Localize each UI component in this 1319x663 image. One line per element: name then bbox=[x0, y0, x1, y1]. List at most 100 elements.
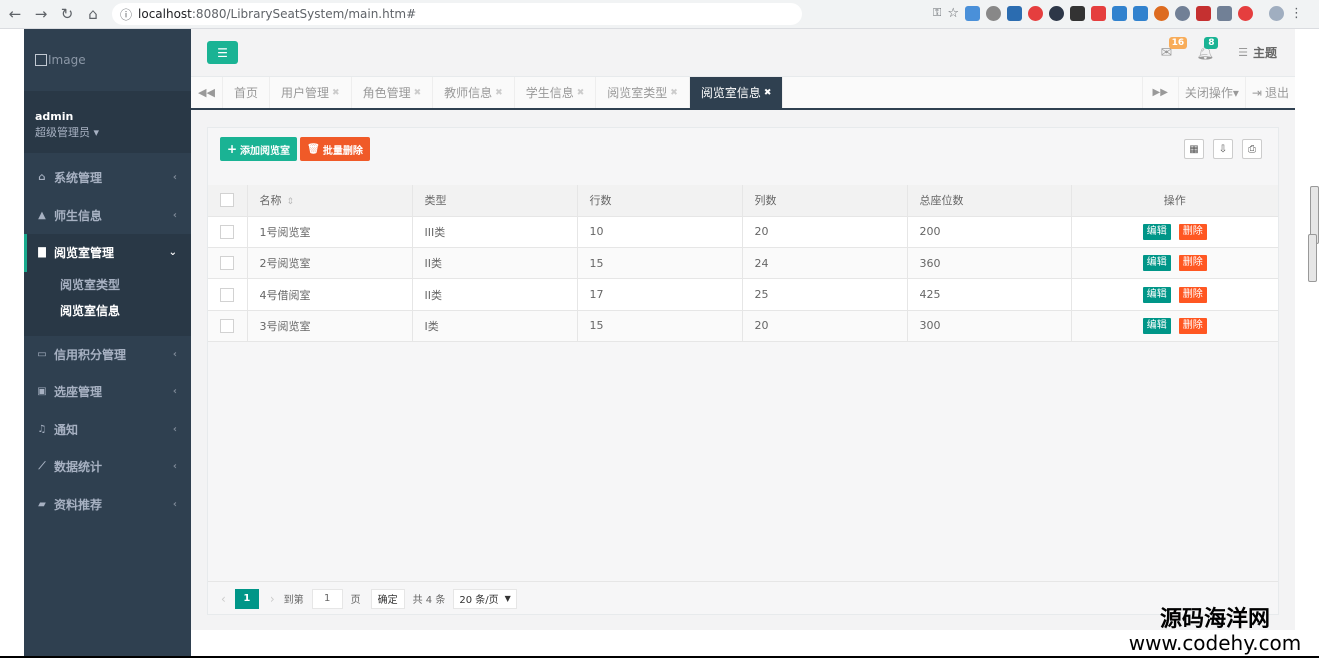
extension-icon[interactable] bbox=[1133, 6, 1148, 21]
add-room-label: 添加阅览室 bbox=[240, 145, 291, 157]
bell-count-badge: 8 bbox=[1204, 36, 1219, 49]
goto-confirm-button[interactable]: 确定 bbox=[370, 588, 405, 609]
tab-label: 教师信息 bbox=[444, 86, 493, 100]
bell-notification[interactable]: 🔔︎ 8 bbox=[1196, 36, 1219, 61]
edit-button[interactable]: 编辑 bbox=[1142, 317, 1171, 334]
sidebar-item-reading-room[interactable]: ▇ 阅览室管理 ⌄ bbox=[24, 234, 191, 272]
side-scroll-widget[interactable] bbox=[1308, 234, 1317, 282]
cell-actions: 编辑 删除 bbox=[1071, 247, 1278, 280]
reload-icon[interactable]: ↻ bbox=[56, 5, 78, 23]
user-role-dropdown[interactable]: 超级管理员 ▾ bbox=[35, 124, 191, 140]
sidebar-subitem-room-type[interactable]: 阅览室类型 bbox=[60, 272, 191, 298]
sidebar-item-notice[interactable]: ♫ 通知 ‹ bbox=[24, 411, 191, 449]
sidebar-item-system[interactable]: ⌂ 系统管理 ‹ bbox=[24, 159, 191, 197]
extension-icon[interactable] bbox=[1154, 6, 1169, 21]
close-icon[interactable]: ✖ bbox=[764, 88, 772, 98]
row-checkbox[interactable] bbox=[220, 224, 234, 239]
columns-filter-icon[interactable]: ▦ bbox=[1184, 139, 1204, 159]
theme-button[interactable]: ☰ 主题 bbox=[1238, 44, 1277, 61]
extension-icon[interactable] bbox=[1238, 6, 1253, 21]
forward-icon[interactable]: → bbox=[30, 5, 52, 23]
tab-teacher-info[interactable]: 教师信息 ✖ bbox=[433, 77, 515, 108]
close-icon[interactable]: ✖ bbox=[495, 88, 503, 98]
edit-button[interactable]: 编辑 bbox=[1142, 255, 1171, 272]
sidebar-subitem-room-info[interactable]: 阅览室信息 bbox=[60, 298, 191, 324]
extension-icon[interactable] bbox=[1007, 6, 1022, 21]
tab-room-info[interactable]: 阅览室信息 ✖ bbox=[689, 77, 784, 108]
table-row: 4号借阅室 II类 17 25 425 编辑 删除 bbox=[208, 278, 1278, 311]
close-icon[interactable]: ✖ bbox=[332, 88, 340, 98]
page-size-select[interactable]: 20 条/页 ▼ bbox=[453, 588, 517, 609]
home-icon[interactable]: ⌂ bbox=[82, 5, 104, 23]
tab-room-type[interactable]: 阅览室类型 ✖ bbox=[596, 77, 690, 108]
address-bar[interactable]: ⓘ localhost:8080/LibrarySeatSystem/main.… bbox=[112, 3, 802, 25]
tab-user-management[interactable]: 用户管理 ✖ bbox=[270, 77, 352, 108]
export-icon[interactable]: ⇩ bbox=[1213, 139, 1233, 159]
extension-icon[interactable] bbox=[1028, 6, 1043, 21]
sidebar-item-statistics[interactable]: ⟋ 数据统计 ‹ bbox=[24, 448, 191, 486]
page-number-current[interactable]: 1 bbox=[234, 588, 259, 609]
cell-actions: 编辑 删除 bbox=[1071, 216, 1278, 249]
print-icon[interactable]: ⎙ bbox=[1242, 139, 1262, 159]
chevron-left-icon: ‹ bbox=[172, 461, 177, 473]
delete-button[interactable]: 删除 bbox=[1178, 223, 1207, 240]
sidebar-item-credit[interactable]: ▭ 信用积分管理 ‹ bbox=[24, 336, 191, 374]
backward-icon: ◀◀ bbox=[198, 86, 215, 99]
extension-icon[interactable] bbox=[1217, 6, 1232, 21]
sidebar-item-resources[interactable]: ▰ 资料推荐 ‹ bbox=[24, 486, 191, 524]
select-all-checkbox[interactable] bbox=[220, 193, 234, 208]
extension-icon[interactable] bbox=[986, 6, 1001, 21]
row-select-cell bbox=[208, 247, 248, 280]
edit-button[interactable]: 编辑 bbox=[1142, 286, 1171, 303]
extension-icon[interactable] bbox=[1175, 6, 1190, 21]
goto-suffix: 页 bbox=[350, 595, 361, 606]
cell-cols: 20 bbox=[742, 216, 908, 249]
extension-icon[interactable] bbox=[965, 6, 980, 21]
chevron-left-icon: ‹ bbox=[172, 423, 177, 435]
edit-button[interactable]: 编辑 bbox=[1142, 223, 1171, 240]
menu-dots-icon[interactable]: ⋮ bbox=[1290, 6, 1303, 21]
extension-icon[interactable] bbox=[1070, 6, 1085, 21]
prev-page-icon[interactable]: ‹ bbox=[221, 592, 226, 606]
sidebar-item-teacher-student[interactable]: ▲ 师生信息 ‹ bbox=[24, 197, 191, 235]
profile-avatar-icon[interactable] bbox=[1269, 6, 1284, 21]
row-checkbox[interactable] bbox=[220, 287, 234, 302]
batch-delete-button[interactable]: 🗑︎ 批量删除 bbox=[300, 137, 370, 161]
add-room-button[interactable]: + 添加阅览室 bbox=[220, 137, 297, 161]
mail-notification[interactable]: ✉ 16 bbox=[1161, 36, 1188, 61]
tabs-scroll-left-button[interactable]: ◀◀ bbox=[191, 77, 223, 108]
tabs-scroll-right-button[interactable]: ▶▶ bbox=[1141, 77, 1178, 108]
close-icon[interactable]: ✖ bbox=[577, 88, 585, 98]
tab-student-info[interactable]: 学生信息 ✖ bbox=[515, 77, 597, 108]
watermark: 源码海洋网 www.codehy.com bbox=[1111, 608, 1319, 655]
sidebar-item-seat-selection[interactable]: ▣ 选座管理 ‹ bbox=[24, 373, 191, 411]
star-icon[interactable]: ☆ bbox=[947, 6, 959, 21]
delete-button[interactable]: 删除 bbox=[1178, 286, 1207, 303]
caret-down-icon: ▼ bbox=[504, 594, 511, 603]
extension-icon[interactable] bbox=[1091, 6, 1106, 21]
user-profile[interactable]: admin 超级管理员 ▾ bbox=[24, 91, 191, 153]
close-icon[interactable]: ✖ bbox=[414, 88, 422, 98]
extension-icon[interactable] bbox=[1196, 6, 1211, 21]
row-checkbox[interactable] bbox=[220, 256, 234, 271]
goto-page-input[interactable]: 1 bbox=[311, 588, 343, 609]
sort-icon[interactable]: ⇕ bbox=[287, 197, 295, 207]
tab-role-management[interactable]: 角色管理 ✖ bbox=[352, 77, 434, 108]
delete-button[interactable]: 删除 bbox=[1178, 317, 1207, 334]
column-header-name[interactable]: 名称 ⇕ bbox=[247, 185, 413, 217]
next-page-icon[interactable]: › bbox=[270, 592, 275, 606]
extension-icon[interactable] bbox=[1049, 6, 1064, 21]
mail-count-badge: 16 bbox=[1168, 36, 1188, 49]
sidebar-toggle-button[interactable]: ☰ bbox=[207, 41, 238, 64]
cell-rows: 10 bbox=[577, 216, 743, 249]
close-operations-dropdown[interactable]: 关闭操作▾ bbox=[1177, 77, 1245, 108]
close-icon[interactable]: ✖ bbox=[670, 88, 678, 98]
row-checkbox[interactable] bbox=[220, 318, 234, 333]
back-icon[interactable]: ← bbox=[4, 5, 26, 23]
delete-button[interactable]: 删除 bbox=[1178, 255, 1207, 272]
extension-icon[interactable] bbox=[1112, 6, 1127, 21]
tab-home[interactable]: 首页 bbox=[223, 77, 271, 108]
cell-name: 3号阅览室 bbox=[247, 310, 413, 342]
logout-button[interactable]: ⇥ 退出 bbox=[1244, 77, 1295, 108]
key-icon[interactable]: ⚿ bbox=[933, 6, 941, 21]
